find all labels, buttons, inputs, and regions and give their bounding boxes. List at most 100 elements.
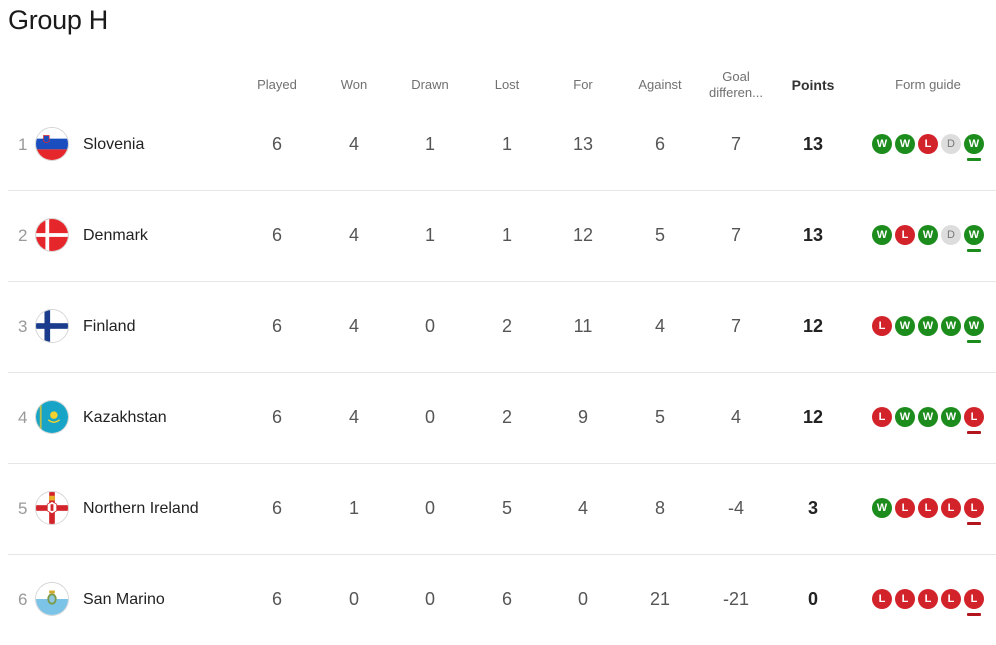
played-value: 6: [271, 225, 283, 245]
points-value: 13: [802, 134, 824, 154]
form-guide: WLLLL: [872, 498, 984, 525]
form-result-loss[interactable]: L: [941, 589, 961, 609]
table-row-san-marino[interactable]: 6 San Marino 6 0 0 6 0 21 -21 0 LLLLL: [8, 555, 996, 645]
lost-value: 2: [501, 407, 513, 427]
form-result-win[interactable]: W: [964, 225, 984, 252]
form-result-loss[interactable]: L: [918, 498, 938, 518]
for-value: 0: [577, 589, 589, 609]
played-value: 6: [271, 134, 283, 154]
form-result-win[interactable]: W: [964, 134, 984, 161]
goal-difference-value: 7: [730, 134, 742, 154]
form-result-loss[interactable]: L: [918, 134, 938, 154]
goal-difference-value: 7: [730, 225, 742, 245]
form-result-win[interactable]: W: [941, 407, 961, 427]
for-value: 11: [573, 316, 593, 336]
form-result-win[interactable]: W: [872, 225, 892, 245]
for-value: 13: [572, 134, 594, 154]
against-value: 5: [654, 407, 666, 427]
form-result-win[interactable]: W: [941, 316, 961, 336]
table-row-denmark[interactable]: 2 Denmark 6 4 1 1 12 5 7 13 WLWDW: [8, 191, 996, 282]
form-guide: LWWWW: [872, 316, 984, 343]
won-value: 4: [348, 316, 360, 336]
form-result-draw[interactable]: D: [941, 225, 961, 245]
drawn-value: 0: [424, 498, 436, 518]
points-value: 13: [802, 225, 824, 245]
form-result-loss[interactable]: L: [872, 407, 892, 427]
form-result-loss[interactable]: L: [941, 498, 961, 518]
for-value: 4: [577, 498, 589, 518]
slovenia-flag-icon: [35, 127, 69, 161]
finland-flag-icon: [35, 309, 69, 343]
drawn-value: 1: [424, 225, 436, 245]
form-result-loss[interactable]: L: [872, 589, 892, 609]
lost-value: 1: [501, 134, 513, 154]
against-value: 21: [649, 589, 671, 609]
drawn-value: 0: [424, 316, 436, 336]
against-value: 6: [654, 134, 666, 154]
position: 2: [18, 226, 28, 245]
table-row-northern-ireland[interactable]: 5 Northern Ireland 6 1 0 5 4 8 -4 3 WLLL…: [8, 464, 996, 555]
denmark-flag-icon: [35, 218, 69, 252]
points-value: 12: [802, 407, 824, 427]
form-result-win[interactable]: W: [918, 407, 938, 427]
northern-ireland-flag-icon: [35, 491, 69, 525]
form-result-loss[interactable]: L: [918, 589, 938, 609]
won-value: 4: [348, 225, 360, 245]
form-result-win[interactable]: W: [895, 316, 915, 336]
form-result-loss[interactable]: L: [895, 225, 915, 245]
form-result-win[interactable]: W: [918, 316, 938, 336]
won-value: 1: [348, 498, 360, 518]
points-value: 3: [807, 498, 819, 518]
played-value: 6: [271, 589, 283, 609]
team-name[interactable]: Northern Ireland: [83, 500, 199, 518]
san-marino-flag-icon: [35, 582, 69, 616]
position: 3: [18, 317, 28, 336]
kazakhstan-flag-icon: [35, 400, 69, 434]
drawn-value: 0: [424, 407, 436, 427]
form-result-win[interactable]: W: [895, 134, 915, 154]
for-value: 12: [572, 225, 594, 245]
table-row-slovenia[interactable]: 1 Slovenia 6 4 1 1 13 6 7 13 WWLDW: [8, 100, 996, 191]
position: 4: [18, 408, 28, 427]
form-result-loss[interactable]: L: [895, 589, 915, 609]
goal-difference-value: 4: [730, 407, 742, 427]
lost-value: 6: [501, 589, 513, 609]
form-result-win[interactable]: W: [895, 407, 915, 427]
team-name[interactable]: San Marino: [83, 591, 165, 609]
won-value: 0: [348, 589, 360, 609]
team-name[interactable]: Slovenia: [83, 136, 144, 154]
group-title: Group H: [8, 5, 108, 35]
drawn-value: 1: [424, 134, 436, 154]
form-result-loss[interactable]: L: [872, 316, 892, 336]
won-value: 4: [348, 134, 360, 154]
form-guide: LWWWL: [872, 407, 984, 434]
form-result-win[interactable]: W: [872, 498, 892, 518]
points-value: 12: [802, 316, 824, 336]
team-name[interactable]: Denmark: [83, 227, 148, 245]
form-result-win[interactable]: W: [964, 316, 984, 343]
points-value: 0: [807, 589, 819, 609]
form-result-win[interactable]: W: [872, 134, 892, 154]
table-row-kazakhstan[interactable]: 4 Kazakhstan 6 4 0 2 9 5 4 12 LWWWL: [8, 373, 996, 464]
against-value: 8: [654, 498, 666, 518]
lost-value: 5: [501, 498, 513, 518]
form-result-win[interactable]: W: [918, 225, 938, 245]
form-guide: LLLLL: [872, 589, 984, 616]
lost-value: 1: [501, 225, 513, 245]
lost-value: 2: [501, 316, 513, 336]
against-value: 5: [654, 225, 666, 245]
goal-difference-value: -21: [722, 589, 750, 609]
form-guide: WWLDW: [872, 134, 984, 161]
table-row-finland[interactable]: 3 Finland 6 4 0 2 11 4 7 12 LWWWW: [8, 282, 996, 373]
form-result-loss[interactable]: L: [964, 407, 984, 434]
position: 6: [18, 590, 28, 609]
form-result-loss[interactable]: L: [895, 498, 915, 518]
form-guide: WLWDW: [872, 225, 984, 252]
against-value: 4: [654, 316, 666, 336]
team-name[interactable]: Kazakhstan: [83, 409, 167, 427]
form-result-draw[interactable]: D: [941, 134, 961, 154]
goal-difference-value: -4: [727, 498, 745, 518]
form-result-loss[interactable]: L: [964, 589, 984, 616]
team-name[interactable]: Finland: [83, 318, 135, 336]
form-result-loss[interactable]: L: [964, 498, 984, 525]
